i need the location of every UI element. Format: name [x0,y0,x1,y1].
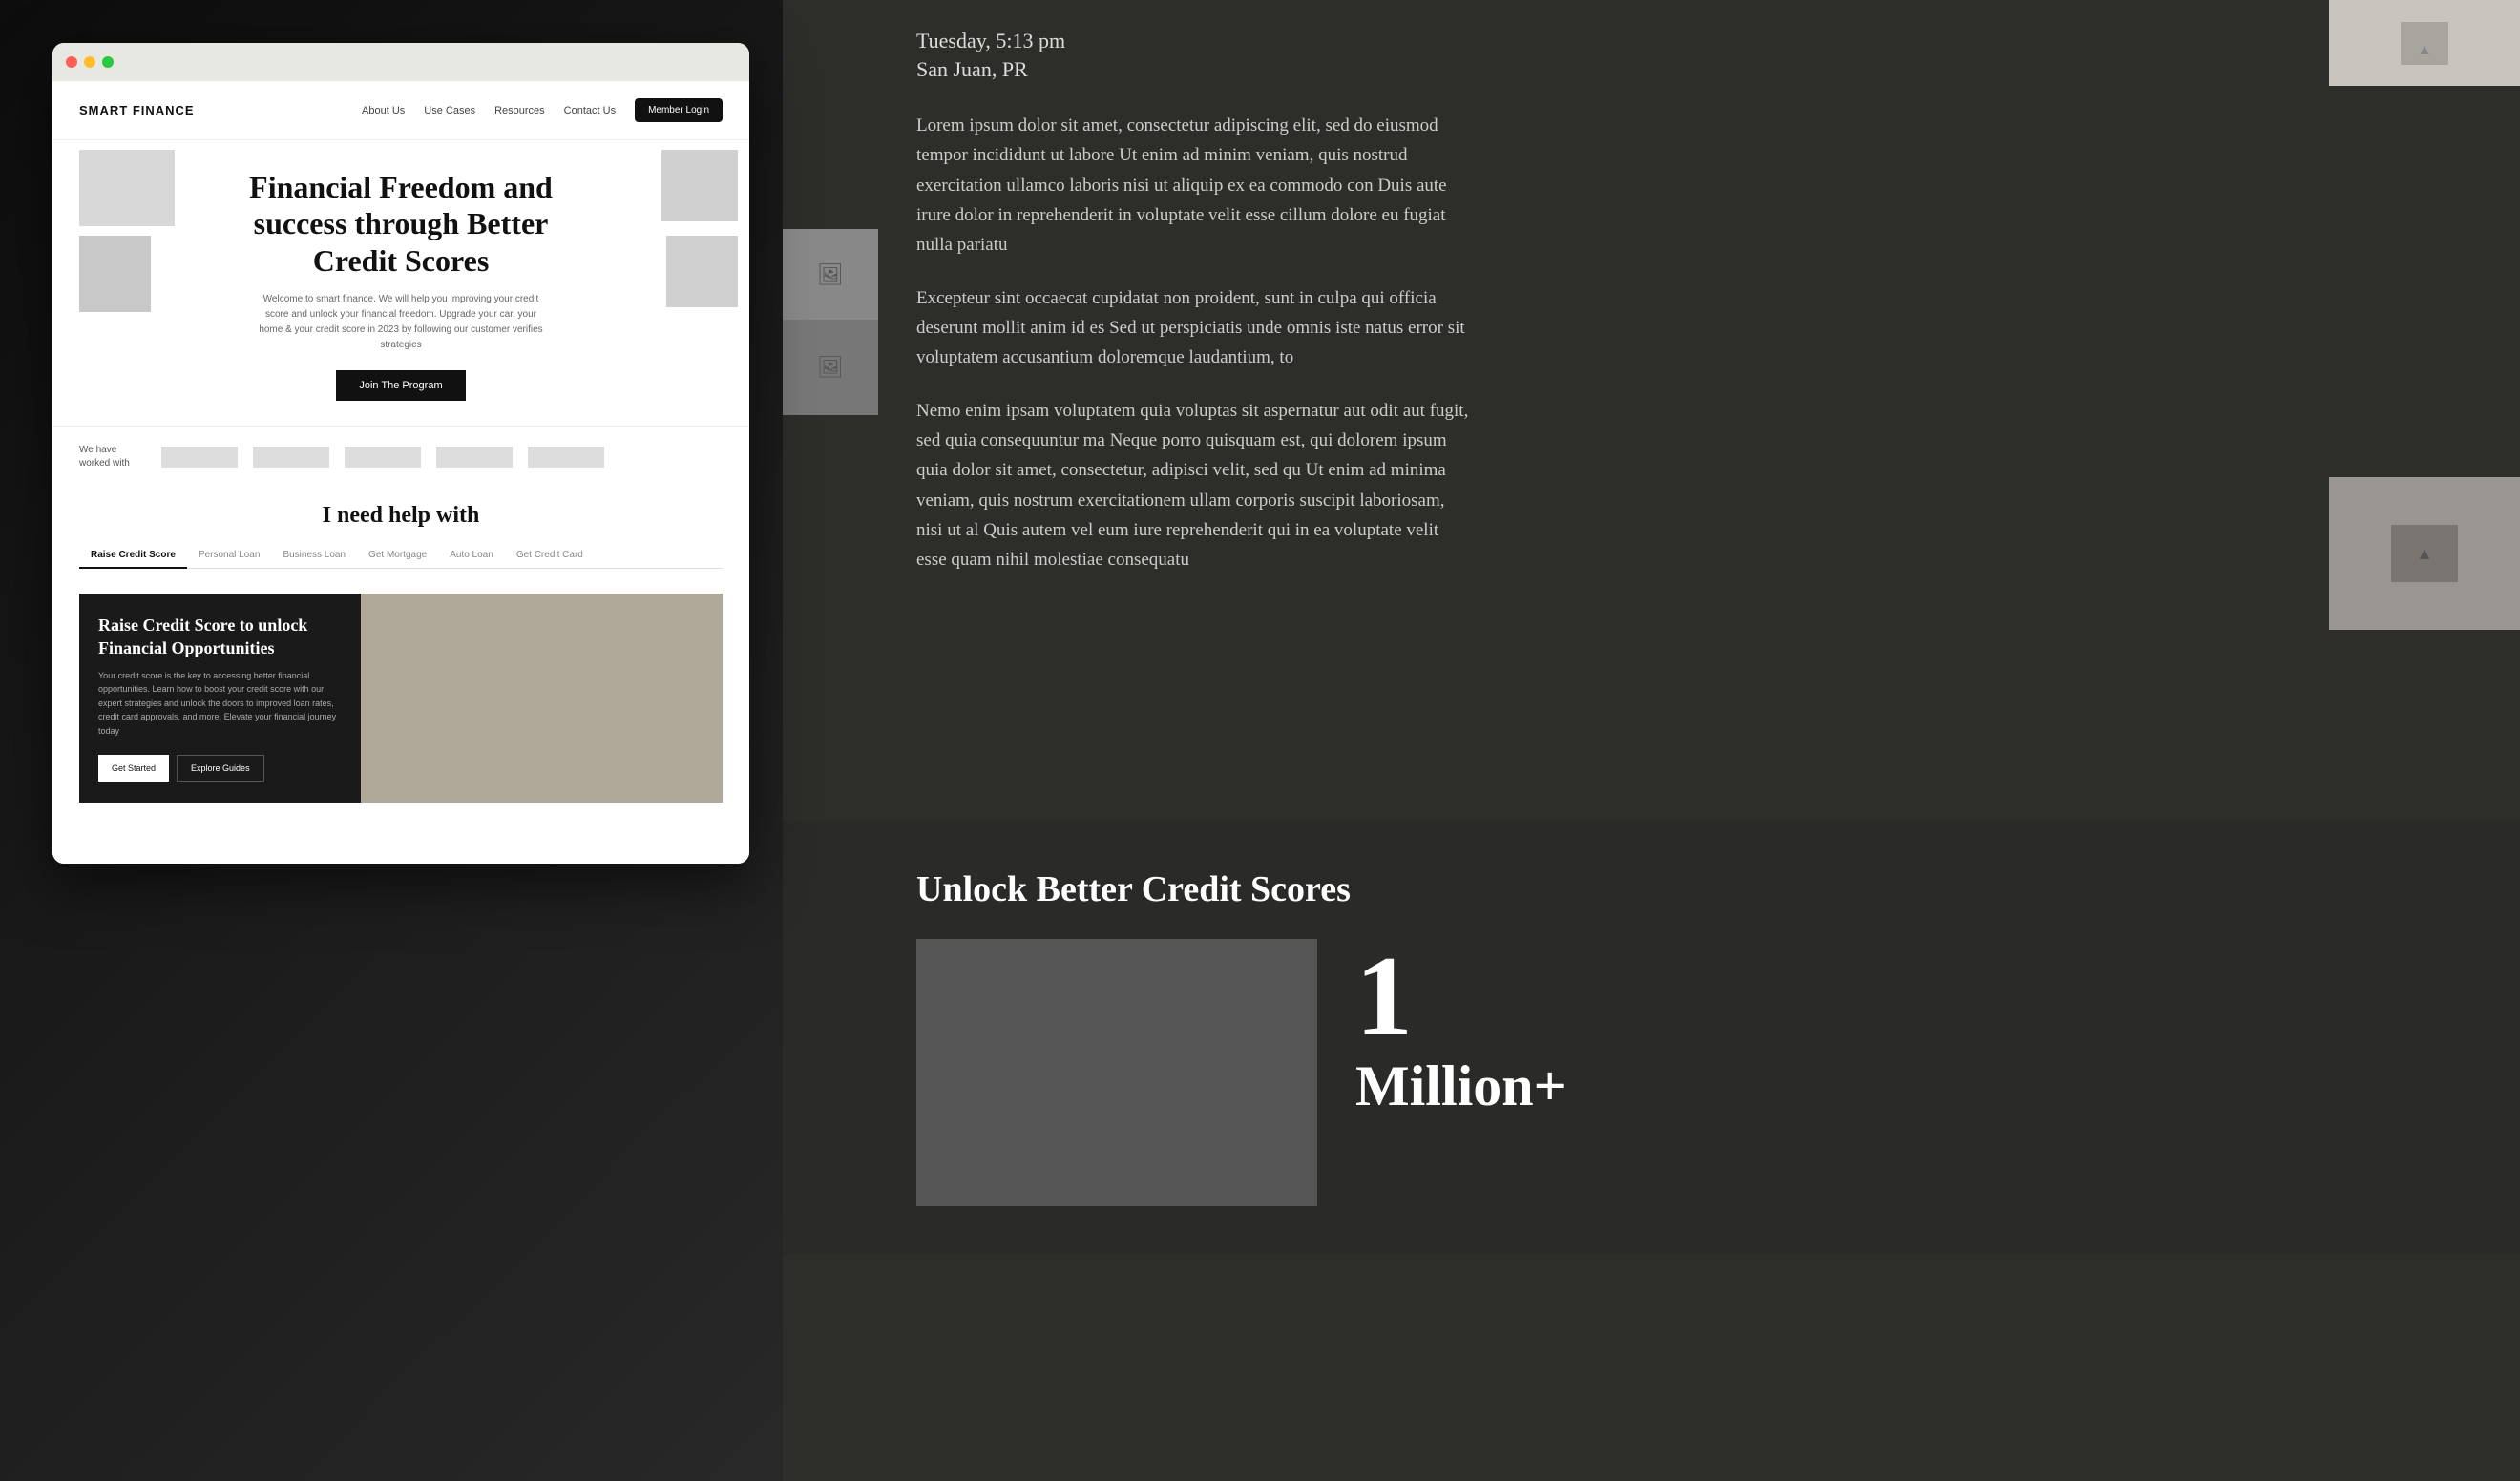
help-section: I need help with Raise Credit Score Pers… [52,488,749,580]
partners-section: We haveworked with [52,426,749,488]
get-started-button[interactable]: Get Started [98,755,169,782]
hero-image-bl [79,236,151,312]
datetime-display: Tuesday, 5:13 pm [916,29,1489,53]
tab-raise-credit[interactable]: Raise Credit Score [79,542,187,568]
partners-label: We haveworked with [79,444,146,470]
stat-number: 1 [1355,939,2463,1053]
hero-title: Financial Freedom and success through Be… [220,159,582,279]
right-text-area: Tuesday, 5:13 pm San Juan, PR Lorem ipsu… [783,0,1546,859]
hero-description: Welcome to smart finance. We will help y… [258,292,544,353]
close-dot[interactable] [66,56,77,68]
card-description: Your credit score is the key to accessin… [98,669,342,738]
hero-image-tl [79,150,175,226]
tabs-row: Raise Credit Score Personal Loan Busines… [79,542,723,569]
nav-resources[interactable]: Resources [494,105,545,116]
mountain-icon-2: ▲ [2416,544,2433,564]
widget-image: ▲ [2401,22,2448,65]
card-title: Raise Credit Score to unlock Financial O… [98,615,342,659]
help-title: I need help with [79,503,723,529]
paragraph-1: Lorem ipsum dolor sit amet, consectetur … [916,111,1470,261]
paragraph-3: Nemo enim ipsam voluptatem quia voluptas… [916,396,1470,575]
signature: 𝑏𝑢𝑙𝑕𝑎𝑎 𝑚 𝑡 [916,598,1489,638]
partner-logo-2 [253,447,329,468]
partner-logo-1 [161,447,238,468]
explore-guides-button[interactable]: Explore Guides [177,755,264,782]
card-right-image [361,594,723,803]
nav-links: About Us Use Cases Resources Contact Us … [362,98,723,122]
tab-get-credit-card[interactable]: Get Credit Card [505,542,595,568]
browser-content: SMART FINANCE About Us Use Cases Resourc… [52,81,749,864]
tab-personal-loan[interactable]: Personal Loan [187,542,272,568]
minimize-dot[interactable] [84,56,95,68]
nav-contact[interactable]: Contact Us [564,105,616,116]
card-section: Raise Credit Score to unlock Financial O… [52,594,749,803]
lower-section: Unlock Better Credit Scores 1 Million+ [783,821,2520,1254]
card-left: Raise Credit Score to unlock Financial O… [79,594,361,803]
location-display: San Juan, PR [916,57,1489,82]
partner-logo-4 [436,447,513,468]
site-nav: SMART FINANCE About Us Use Cases Resourc… [52,81,749,140]
site-logo: SMART FINANCE [79,103,195,117]
member-login-button[interactable]: Member Login [635,98,723,122]
tab-get-mortgage[interactable]: Get Mortgage [357,542,438,568]
browser-window: SMART FINANCE About Us Use Cases Resourc… [52,43,749,864]
paragraph-2: Excepteur sint occaecat cupidatat non pr… [916,283,1470,373]
lower-image [916,939,1317,1206]
unlock-title: Unlock Better Credit Scores [916,868,2463,910]
top-widget: ▲ [2329,0,2520,86]
lower-content: 1 Million+ [916,939,2463,1206]
nav-usecases[interactable]: Use Cases [424,105,475,116]
tab-business-loan[interactable]: Business Loan [271,542,357,568]
mountain-icon: ▲ [2417,42,2432,59]
join-program-button[interactable]: Join The Program [336,370,465,401]
hero-section: Financial Freedom and success through Be… [52,140,749,416]
tab-auto-loan[interactable]: Auto Loan [438,542,505,568]
bottom-right-image: ▲ [2329,477,2520,630]
partner-logo-3 [345,447,421,468]
stat-suffix: Million+ [1355,1053,2463,1119]
bottom-image-placeholder: ▲ [2391,525,2458,582]
maximize-dot[interactable] [102,56,114,68]
hero-image-br [666,236,738,307]
nav-about[interactable]: About Us [362,105,405,116]
browser-bar [52,43,749,81]
right-panel: ▲ 🖼 🖼 Tuesday, 5:13 pm San Juan, PR Lore… [783,0,2520,1481]
partner-logo-5 [528,447,604,468]
card-buttons: Get Started Explore Guides [98,755,342,782]
lower-stats: 1 Million+ [1355,939,2463,1119]
hero-image-tr [662,150,738,221]
